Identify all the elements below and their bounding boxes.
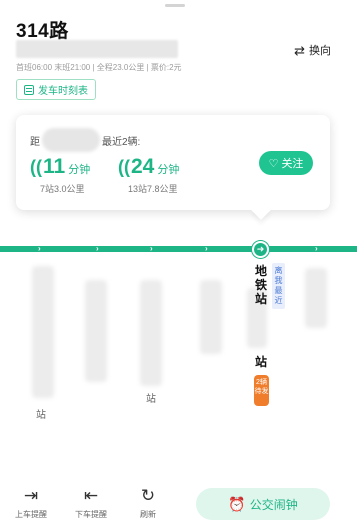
stop-label: 站 — [36, 410, 46, 421]
follow-button[interactable]: ♡ 关注 — [259, 151, 313, 175]
route-info: 首班06:00 末班21:00 | 全程23.0公里 | 票价:2元 — [16, 63, 182, 72]
refresh-label: 刷新 — [140, 510, 156, 519]
stop-item[interactable] — [32, 266, 54, 398]
timetable-button[interactable]: 发车时刻表 — [16, 79, 96, 100]
board-bus-icon: ⇥ — [23, 486, 39, 505]
signal-icon: (( — [118, 157, 130, 177]
refresh-icon: ↻ — [140, 486, 156, 505]
arrival-2: (( 24 分钟 — [118, 155, 179, 179]
arrival-1-minutes: 11 — [43, 155, 66, 178]
arrival-2-detail: 13站7.8公里 — [128, 184, 178, 194]
timetable-label: 发车时刻表 — [38, 86, 88, 97]
direction-arrow-icon: › — [38, 244, 41, 253]
current-location-icon: ➜ — [252, 241, 269, 258]
board-reminder-label: 上车提醒 — [15, 510, 47, 519]
route-title: 314路 — [16, 21, 69, 42]
direction-arrow-icon: › — [315, 244, 318, 253]
arrival-1-unit: 分钟 — [68, 164, 91, 176]
stop-name-blurred — [42, 128, 100, 152]
arrival-card: 距 最近2辆: (( 11 分钟 7站3.0公里 (( 24 分钟 13站7.8… — [16, 115, 330, 210]
stop-label: 站 — [146, 394, 156, 405]
alight-reminder-button[interactable]: ⇤ 下车提醒 — [75, 487, 107, 520]
swap-arrows-icon: ⇄ — [294, 42, 305, 58]
board-reminder-button[interactable]: ⇥ 上车提醒 — [15, 487, 47, 520]
direction-arrow-icon: › — [150, 244, 153, 253]
reverse-label: 换向 — [309, 45, 331, 57]
bus-count-tag: 2辆待发 — [254, 375, 269, 406]
stop-item[interactable] — [140, 280, 162, 386]
alarm-clock-icon: ⏰ — [228, 495, 246, 512]
nearest-stop-tag: 离我最近 — [272, 263, 285, 309]
arrival-2-minutes: 24 — [131, 155, 155, 178]
schedule-icon — [24, 84, 34, 95]
arrival-1: (( 11 分钟 — [30, 155, 90, 179]
alight-reminder-label: 下车提醒 — [75, 510, 107, 519]
bus-alarm-button[interactable]: ⏰ 公交闹钟 — [196, 488, 330, 520]
signal-icon: (( — [30, 157, 42, 177]
alight-bus-icon: ⇤ — [83, 486, 99, 505]
current-stop-suffix: 站 — [255, 355, 268, 369]
follow-label: 关注 — [281, 158, 304, 170]
sheet-handle[interactable] — [165, 4, 185, 7]
route-subtitle-blurred — [16, 40, 178, 58]
direction-arrows: › › › › › — [0, 243, 357, 255]
arrival-2-unit: 分钟 — [157, 164, 180, 176]
direction-arrow-icon: › — [205, 244, 208, 253]
current-stop-name[interactable]: 地铁站 — [255, 264, 269, 306]
route-line: › › › › › — [0, 243, 357, 255]
stop-item[interactable] — [85, 280, 107, 382]
stop-item[interactable] — [305, 268, 327, 328]
bottom-bar: ⇥ 上车提醒 ⇤ 下车提醒 ↻ 刷新 ⏰ 公交闹钟 — [0, 472, 357, 527]
heart-icon: ♡ — [268, 157, 279, 170]
stop-item[interactable] — [200, 280, 222, 354]
distance-suffix: 最近2辆: — [102, 136, 141, 148]
direction-arrow-icon: › — [96, 244, 99, 253]
distance-prefix: 距 — [30, 136, 40, 148]
arrival-1-detail: 7站3.0公里 — [40, 184, 85, 194]
bus-alarm-label: 公交闹钟 — [249, 497, 298, 512]
nearest-buses-row: 距 最近2辆: — [30, 128, 140, 152]
refresh-button[interactable]: ↻ 刷新 — [140, 487, 156, 520]
reverse-direction-button[interactable]: ⇄ 换向 — [294, 42, 331, 58]
